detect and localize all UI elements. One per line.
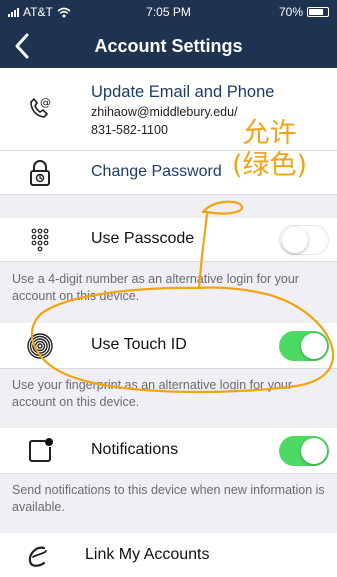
notifications-toggle[interactable] — [279, 436, 329, 466]
touch-id-label: Use Touch ID — [91, 336, 187, 353]
notifications-row: Notifications — [0, 428, 337, 474]
toggle-knob — [282, 226, 308, 253]
battery-icon — [307, 7, 329, 17]
page-title: Account Settings — [94, 36, 243, 56]
contact-email: zhihaow@middlebury.edu/ — [91, 105, 238, 119]
touch-id-description: Use your fingerprint as an alternative l… — [12, 378, 293, 409]
update-contact-label[interactable]: Update Email and Phone — [91, 83, 274, 102]
phone-at-icon: @ — [30, 96, 51, 118]
svg-text:@: @ — [40, 96, 51, 109]
touch-id-toggle[interactable] — [279, 331, 329, 361]
link-accounts-label[interactable]: Link My Accounts — [85, 546, 210, 564]
change-password-row[interactable]: Change Password — [0, 151, 337, 195]
notifications-description: Send notifications to this device when n… — [12, 483, 325, 514]
battery-info: 70% — [279, 5, 329, 19]
notifications-label: Notifications — [91, 441, 179, 458]
passcode-label: Use Passcode — [91, 230, 195, 247]
update-contact-row[interactable]: @ Update Email and Phone zhihaow@middleb… — [0, 68, 337, 151]
passcode-toggle[interactable] — [279, 225, 329, 255]
notification-badge-icon — [29, 438, 53, 462]
lock-icon — [30, 160, 50, 186]
toggle-knob — [301, 438, 327, 464]
toggle-knob — [301, 333, 327, 359]
status-bar: AT&T 7:05 PM 70% — [0, 0, 337, 24]
link-accounts-row[interactable]: Link My Accounts — [0, 533, 337, 577]
nav-bar: Account Settings — [0, 24, 337, 68]
fingerprint-icon — [27, 333, 53, 359]
change-password-label[interactable]: Change Password — [91, 163, 222, 181]
contact-phone: 831-582-1100 — [91, 123, 168, 137]
keypad-icon — [31, 228, 49, 252]
passcode-description: Use a 4-digit number as an alternative l… — [12, 272, 299, 303]
e-logo-icon — [28, 546, 47, 567]
passcode-row: Use Passcode — [0, 218, 337, 262]
battery-percent: 70% — [278, 5, 303, 19]
touch-id-row: Use Touch ID — [0, 323, 337, 369]
